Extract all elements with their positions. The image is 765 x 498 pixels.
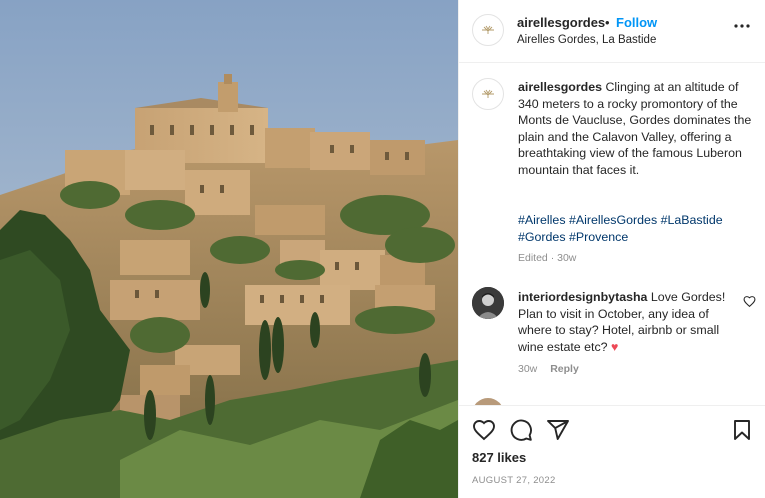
airelles-logo-icon (482, 89, 494, 98)
instagram-post: airellesgordes • Follow Airelles Gordes,… (0, 0, 765, 498)
caption-meta: Edited · 30w (518, 252, 577, 264)
hashtag-link[interactable]: #Gordes (518, 230, 566, 244)
profile-avatar[interactable] (472, 14, 504, 46)
comment-item: interiordesignbytasha Love Gordes! Plan … (518, 289, 743, 355)
caption-avatar[interactable] (472, 78, 504, 110)
more-options-button[interactable] (729, 16, 755, 36)
caption-username[interactable]: airellesgordes (518, 80, 602, 94)
save-button[interactable] (730, 418, 754, 442)
post-actions: 827 likes AUGUST 27, 2022 (459, 405, 765, 498)
comment-username[interactable]: interiordesignbytasha (518, 290, 647, 304)
post-username[interactable]: airellesgordes (517, 15, 605, 30)
commenter-photo (472, 287, 504, 319)
hashtag-link[interactable]: #AirellesGordes (569, 213, 657, 227)
heart-outline-icon (743, 296, 756, 308)
post-date: AUGUST 27, 2022 (472, 475, 556, 486)
more-horizontal-icon (734, 24, 750, 28)
commenter-avatar[interactable] (472, 287, 504, 319)
comment-button[interactable] (509, 418, 533, 442)
post-location[interactable]: Airelles Gordes, La Bastide (517, 34, 656, 46)
send-icon (547, 420, 569, 440)
gordes-village-image (0, 0, 458, 498)
hashtag-link[interactable]: #Provence (569, 230, 628, 244)
follow-button[interactable]: Follow (616, 15, 657, 30)
comment-time: 30w (518, 363, 538, 375)
separator-dot: • (605, 15, 610, 30)
share-button[interactable] (546, 418, 570, 442)
comment-meta: 30w Reply (518, 363, 579, 375)
like-button[interactable] (472, 418, 496, 442)
airelles-logo-icon (482, 25, 494, 34)
like-count[interactable]: 827 likes (472, 450, 526, 465)
comment-icon (510, 419, 532, 441)
red-heart-emoji: ♥ (611, 339, 619, 354)
post-caption: airellesgordes Clinging at an altitude o… (518, 79, 758, 179)
hashtag-list: #Airelles #AirellesGordes #LaBastide #Go… (518, 212, 758, 245)
post-side-panel: airellesgordes • Follow Airelles Gordes,… (458, 0, 765, 498)
reply-button[interactable]: Reply (550, 363, 579, 375)
caption-text: Clinging at an altitude of 340 meters to… (518, 80, 752, 177)
heart-icon (473, 420, 495, 441)
hashtag-link[interactable]: #LaBastide (661, 213, 723, 227)
post-photo[interactable] (0, 0, 458, 498)
bookmark-icon (734, 420, 750, 440)
post-header: airellesgordes • Follow Airelles Gordes,… (459, 0, 765, 63)
hashtag-link[interactable]: #Airelles (518, 213, 566, 227)
comment-like-button[interactable] (743, 295, 757, 309)
